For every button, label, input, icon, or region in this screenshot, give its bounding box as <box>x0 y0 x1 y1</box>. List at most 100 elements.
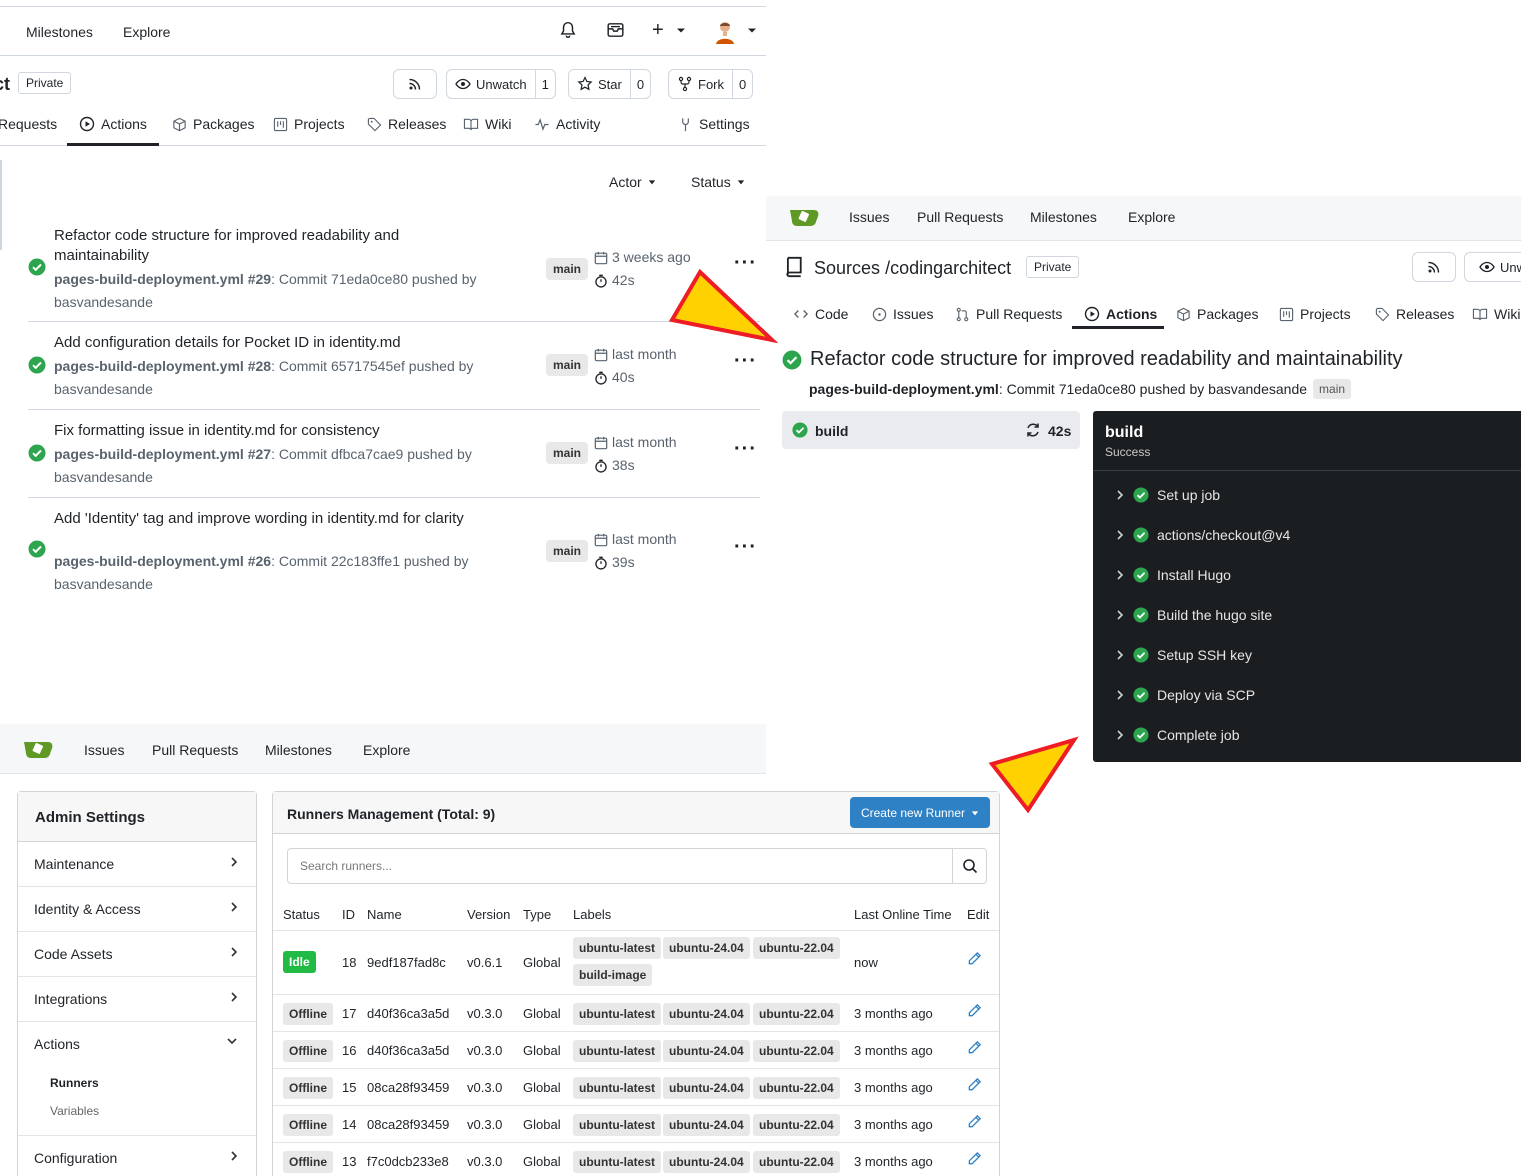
tab-pull-requests[interactable]: Pull Requests <box>955 306 1062 322</box>
gitea-logo-icon[interactable] <box>22 738 54 760</box>
log-step[interactable]: Complete job <box>1115 727 1240 743</box>
col-last-online[interactable]: Last Online Time <box>854 907 952 922</box>
run-row[interactable]: Add 'Identity' tag and improve wording i… <box>28 498 760 600</box>
sidebar-item-code-assets[interactable]: Code Assets <box>18 932 256 977</box>
log-step[interactable]: Install Hugo <box>1115 567 1231 583</box>
log-step[interactable]: Set up job <box>1115 487 1220 503</box>
sidebar-item-maintenance[interactable]: Maintenance <box>18 842 256 887</box>
tab-settings[interactable]: Settings <box>678 116 750 132</box>
tab-releases[interactable]: Releases <box>367 116 446 132</box>
col-name[interactable]: Name <box>367 907 402 922</box>
sidebar-item-integrations[interactable]: Integrations <box>18 977 256 1022</box>
workflow-name[interactable]: pages-build-deployment.yml #27 <box>54 446 271 462</box>
tab-projects[interactable]: Projects <box>1279 306 1351 322</box>
col-type[interactable]: Type <box>523 907 551 922</box>
job-list-item[interactable]: build 42s <box>782 411 1080 449</box>
tab-actions[interactable]: Actions <box>1084 306 1157 322</box>
tab-projects[interactable]: Projects <box>273 116 345 132</box>
author[interactable]: basvandesande <box>54 381 153 397</box>
tab-wiki[interactable]: Wiki <box>1472 306 1520 322</box>
author[interactable]: basvandesande <box>54 294 153 310</box>
run-title[interactable]: Add configuration details for Pocket ID … <box>54 333 484 353</box>
run-title[interactable]: Fix formatting issue in identity.md for … <box>54 421 484 441</box>
workflow-name[interactable]: pages-build-deployment.yml #26 <box>54 553 271 569</box>
workflow-name[interactable]: pages-build-deployment.yml #28 <box>54 358 271 374</box>
author[interactable]: basvandesande <box>54 576 153 592</box>
edit-pencil-icon[interactable] <box>967 1003 982 1018</box>
bell-icon[interactable] <box>559 21 577 39</box>
plus-icon[interactable]: + <box>652 19 664 42</box>
sidebar-subitem-variables[interactable]: Variables <box>50 1104 99 1118</box>
tab-code[interactable]: Code <box>793 306 848 322</box>
branch-badge[interactable]: main <box>546 442 589 464</box>
edit-pencil-icon[interactable] <box>967 1040 982 1055</box>
nav-milestones[interactable]: Milestones <box>265 742 332 758</box>
kebab-menu-icon[interactable]: ··· <box>734 438 757 461</box>
kebab-menu-icon[interactable]: ··· <box>734 350 757 373</box>
log-step[interactable]: actions/checkout@v4 <box>1115 527 1290 543</box>
tab-packages[interactable]: Packages <box>1176 306 1258 322</box>
rss-button[interactable] <box>1412 252 1456 282</box>
inbox-icon[interactable] <box>606 21 625 39</box>
sidebar-item-configuration[interactable]: Configuration <box>18 1136 256 1176</box>
avatar[interactable] <box>712 18 738 44</box>
edit-pencil-icon[interactable] <box>967 951 982 966</box>
col-version[interactable]: Version <box>467 907 510 922</box>
tab-issues[interactable]: Issues <box>872 306 933 322</box>
nav-pull-requests[interactable]: Pull Requests <box>152 742 238 758</box>
nav-issues[interactable]: Issues <box>84 742 124 758</box>
tab-packages[interactable]: Packages <box>172 116 254 132</box>
workflow-name[interactable]: pages-build-deployment.yml #29 <box>54 271 271 287</box>
tab-wiki[interactable]: Wiki <box>463 116 511 132</box>
caret-down-icon[interactable] <box>676 21 686 39</box>
nav-milestones[interactable]: Milestones <box>1030 209 1097 225</box>
workflow-file[interactable]: pages-build-deployment.yml <box>809 381 999 397</box>
sidebar-subitem-runners[interactable]: Runners <box>50 1076 99 1090</box>
kebab-menu-icon[interactable]: ··· <box>734 536 757 559</box>
log-step[interactable]: Setup SSH key <box>1115 647 1252 663</box>
actor-filter[interactable]: Actor <box>609 174 656 190</box>
branch-badge[interactable]: main <box>1313 379 1352 399</box>
branch-badge[interactable]: main <box>546 540 589 562</box>
repo-name[interactable]: codingarchitect <box>890 258 1011 278</box>
edit-pencil-icon[interactable] <box>967 1114 982 1129</box>
col-id[interactable]: ID <box>342 907 355 922</box>
repo-name[interactable]: ct <box>0 74 10 95</box>
star-button[interactable]: Star 0 <box>568 69 652 99</box>
log-step[interactable]: Build the hugo site <box>1115 607 1272 623</box>
edit-pencil-icon[interactable] <box>967 1151 982 1166</box>
gitea-logo-icon[interactable] <box>788 206 820 228</box>
nav-pull-requests[interactable]: Pull Requests <box>917 209 1003 225</box>
rss-button[interactable] <box>393 69 437 99</box>
edit-pencil-icon[interactable] <box>967 1077 982 1092</box>
search-icon[interactable] <box>952 849 986 883</box>
branch-badge[interactable]: main <box>546 258 589 280</box>
avatar-caret-icon[interactable] <box>747 21 757 39</box>
tab-activity[interactable]: Activity <box>534 116 600 132</box>
create-runner-button[interactable]: Create new Runner <box>850 797 990 828</box>
run-row[interactable]: Refactor code structure for improved rea… <box>28 222 760 322</box>
author[interactable]: basvandesande <box>54 469 153 485</box>
search-input[interactable]: Search runners... <box>287 848 987 884</box>
repo-owner[interactable]: Sources <box>814 258 880 278</box>
run-row[interactable]: Fix formatting issue in identity.md for … <box>28 410 760 498</box>
status-filter[interactable]: Status <box>691 174 745 190</box>
nav-milestones[interactable]: Milestones <box>26 24 93 40</box>
tab-actions[interactable]: Actions <box>79 116 147 132</box>
watch-button[interactable]: Unw <box>1464 252 1521 282</box>
rerun-icon[interactable] <box>1025 422 1041 438</box>
log-step[interactable]: Deploy via SCP <box>1115 687 1255 703</box>
run-title[interactable]: Add 'Identity' tag and improve wording i… <box>54 509 484 529</box>
branch-badge[interactable]: main <box>546 354 589 376</box>
sidebar-item-actions[interactable]: Actions Runners Variables <box>18 1022 256 1136</box>
nav-explore[interactable]: Explore <box>123 24 170 40</box>
nav-explore[interactable]: Explore <box>363 742 410 758</box>
sidebar-item-identity[interactable]: Identity & Access <box>18 887 256 932</box>
nav-issues[interactable]: Issues <box>849 209 889 225</box>
watch-button[interactable]: Unwatch 1 <box>446 69 556 99</box>
fork-button[interactable]: Fork 0 <box>668 69 754 99</box>
run-row[interactable]: Add configuration details for Pocket ID … <box>28 322 760 410</box>
tab-releases[interactable]: Releases <box>1375 306 1454 322</box>
col-status[interactable]: Status <box>283 907 320 922</box>
tab-pull-requests[interactable]: Requests <box>0 116 57 132</box>
